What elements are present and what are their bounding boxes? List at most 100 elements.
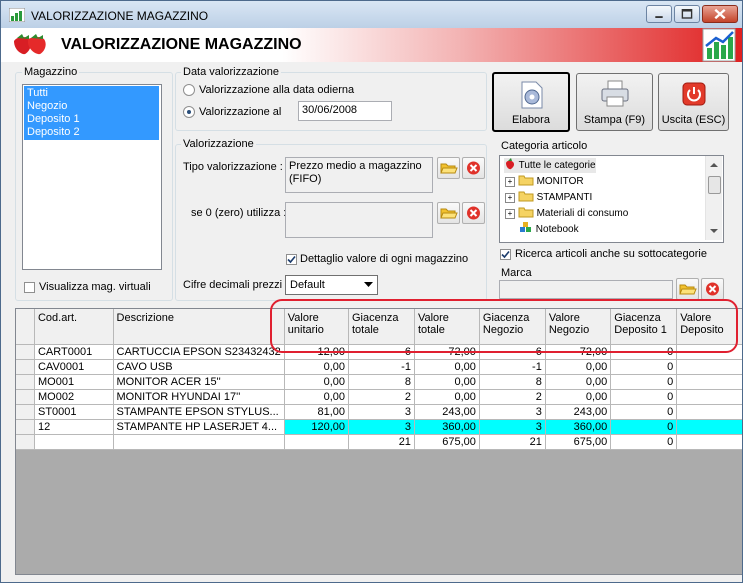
table-cell[interactable]: 0,00: [545, 389, 612, 405]
row-header[interactable]: [16, 374, 35, 390]
table-row[interactable]: ST0001 STAMPANTE EPSON STYLUS... 81,00 3 243…: [16, 404, 742, 420]
table-cell[interactable]: 360,00: [414, 419, 480, 435]
zero-field[interactable]: [285, 202, 433, 238]
cifre-select[interactable]: Default: [285, 275, 378, 295]
table-row[interactable]: MO002 MONITOR HYUNDAI 17'' 0,00 2 0,00 2 0,00 0: [16, 389, 742, 405]
table-cell[interactable]: 0,00: [414, 359, 480, 375]
marca-folder-button[interactable]: [676, 278, 699, 300]
table-cell[interactable]: 2: [348, 389, 415, 405]
table-cell[interactable]: 0: [610, 374, 678, 390]
table-row[interactable]: CAV0001 CAVO USB 0,00 -1 0,00 -1 0,00 0: [16, 359, 742, 375]
column-header[interactable]: Descrizione: [113, 309, 285, 345]
scroll-up-icon[interactable]: [706, 158, 722, 172]
table-cell[interactable]: 0,00: [414, 389, 480, 405]
table-cell[interactable]: 3: [479, 404, 546, 420]
table-cell[interactable]: CAV0001: [34, 359, 114, 375]
list-item[interactable]: Negozio: [27, 100, 67, 113]
tipo-folder-button[interactable]: [437, 157, 460, 179]
row-header[interactable]: [16, 389, 35, 405]
radio-today[interactable]: [183, 84, 195, 96]
table-cell[interactable]: STAMPANTE EPSON STYLUS...: [113, 404, 285, 420]
table-cell[interactable]: 8: [348, 374, 415, 390]
table-cell[interactable]: ST0001: [34, 404, 114, 420]
marca-field[interactable]: [499, 280, 673, 299]
table-cell[interactable]: MO002: [34, 389, 114, 405]
table-cell[interactable]: CART0001: [34, 344, 114, 360]
uscita-button[interactable]: Uscita (ESC): [658, 73, 729, 131]
row-header[interactable]: [16, 359, 35, 375]
table-cell[interactable]: [676, 404, 742, 420]
expand-icon[interactable]: +: [505, 209, 515, 219]
tree-node-materiali[interactable]: + Materiali di consumo: [505, 206, 628, 221]
dettaglio-checkbox[interactable]: [286, 254, 297, 265]
tree-node-root[interactable]: Tutte le categorie: [504, 158, 596, 173]
table-cell[interactable]: -1: [348, 359, 415, 375]
title-bar[interactable]: VALORIZZAZIONE MAGAZZINO: [1, 1, 742, 28]
table-cell[interactable]: 0: [610, 404, 678, 420]
table-cell[interactable]: [676, 374, 742, 390]
list-item[interactable]: Tutti: [27, 87, 48, 100]
table-row[interactable]: MO001 MONITOR ACER 15'' 0,00 8 0,00 8 0,00 0: [16, 374, 742, 390]
scroll-down-icon[interactable]: [706, 224, 722, 238]
table-cell[interactable]: MONITOR HYUNDAI 17'': [113, 389, 285, 405]
table-cell[interactable]: 0,00: [545, 359, 612, 375]
table-cell[interactable]: [676, 419, 742, 435]
categoria-tree[interactable]: Tutte le categorie + MONITOR + STAMPANTI…: [499, 155, 724, 243]
table-cell[interactable]: MONITOR ACER 15'': [113, 374, 285, 390]
tree-node-monitor[interactable]: + MONITOR: [505, 174, 584, 189]
zero-clear-button[interactable]: [462, 202, 485, 224]
tree-node-notebook[interactable]: Notebook: [519, 222, 579, 237]
table-cell[interactable]: [676, 389, 742, 405]
table-cell[interactable]: 3: [348, 419, 415, 435]
table-cell[interactable]: 0: [610, 389, 678, 405]
column-header[interactable]: Cod.art.: [34, 309, 114, 345]
elabora-button[interactable]: Elabora: [492, 72, 570, 132]
table-cell[interactable]: 0,00: [284, 374, 350, 390]
row-header[interactable]: [16, 404, 35, 420]
stampa-button[interactable]: Stampa (F9): [576, 73, 653, 131]
minimize-button[interactable]: [646, 5, 672, 23]
tipo-clear-button[interactable]: [462, 157, 485, 179]
row-header[interactable]: [16, 344, 35, 360]
maximize-button[interactable]: [674, 5, 700, 23]
table-row[interactable]: 12 STAMPANTE HP LASERJET 4... 120,00 3 360,0…: [16, 419, 742, 435]
row-header[interactable]: [16, 419, 35, 435]
list-item[interactable]: Deposito 2: [27, 126, 80, 139]
table-cell[interactable]: 0,00: [284, 389, 350, 405]
table-cell[interactable]: 360,00: [545, 419, 612, 435]
close-button[interactable]: [702, 5, 738, 23]
tree-scrollbar[interactable]: [705, 156, 722, 240]
table-cell[interactable]: 0: [610, 419, 678, 435]
ricerca-checkbox[interactable]: [500, 249, 511, 260]
table-cell[interactable]: 8: [479, 374, 546, 390]
virtual-checkbox[interactable]: [24, 282, 35, 293]
list-item[interactable]: Deposito 1: [27, 113, 80, 126]
table-cell[interactable]: CAVO USB: [113, 359, 285, 375]
table-cell[interactable]: 0,00: [284, 359, 350, 375]
expand-icon[interactable]: +: [505, 177, 515, 187]
table-cell[interactable]: 12: [34, 419, 114, 435]
table-cell[interactable]: STAMPANTE HP LASERJET 4...: [113, 419, 285, 435]
table-cell[interactable]: 3: [479, 419, 546, 435]
date-input[interactable]: 30/06/2008: [298, 101, 392, 121]
tipo-field[interactable]: Prezzo medio a magazzino (FIFO): [285, 157, 433, 193]
table-cell[interactable]: 120,00: [284, 419, 350, 435]
marca-clear-button[interactable]: [701, 278, 724, 300]
table-cell[interactable]: 3: [348, 404, 415, 420]
magazzino-list[interactable]: Tutti Negozio Deposito 1 Deposito 2: [22, 84, 162, 270]
table-cell[interactable]: [676, 359, 742, 375]
table-cell[interactable]: 243,00: [414, 404, 480, 420]
table-cell[interactable]: 0: [610, 359, 678, 375]
table-cell[interactable]: MO001: [34, 374, 114, 390]
table-cell[interactable]: 243,00: [545, 404, 612, 420]
table-cell[interactable]: 0,00: [545, 374, 612, 390]
table-cell[interactable]: CARTUCCIA EPSON S23432432: [113, 344, 285, 360]
table-cell[interactable]: 2: [479, 389, 546, 405]
scroll-thumb[interactable]: [708, 176, 721, 194]
table-cell[interactable]: 0,00: [414, 374, 480, 390]
zero-folder-button[interactable]: [437, 202, 460, 224]
tree-node-stampanti[interactable]: + STAMPANTI: [505, 190, 592, 205]
expand-icon[interactable]: +: [505, 193, 515, 203]
table-cell[interactable]: 81,00: [284, 404, 350, 420]
radio-at-date[interactable]: [183, 106, 195, 118]
